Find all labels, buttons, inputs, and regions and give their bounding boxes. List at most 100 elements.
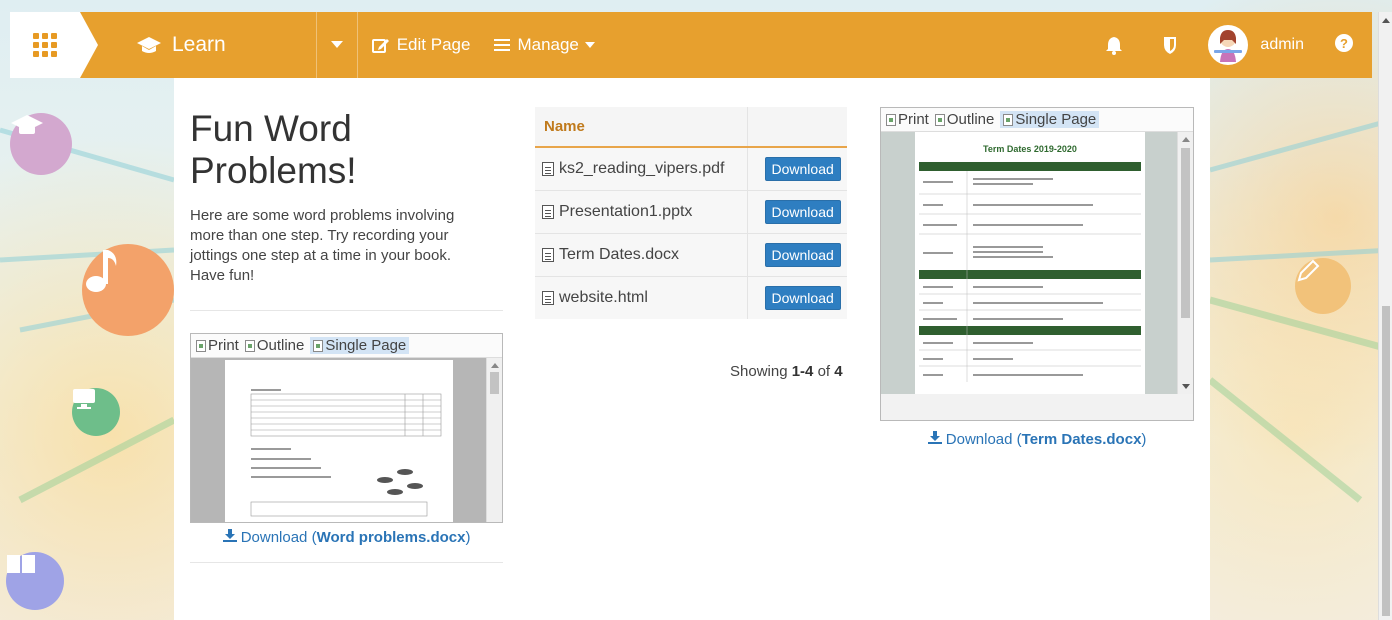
presentation-file-icon [542,204,554,219]
brand-label: Learn [172,33,226,56]
outline-tab[interactable]: Outline [934,111,994,128]
scroll-thumb[interactable] [490,372,499,394]
table-row: Presentation1.pptx Download [535,189,847,233]
term-dates-section: Print Outline Single Page Term Dates 201… [880,107,1194,448]
caret-down-icon [584,42,595,48]
user-avatar[interactable] [1208,25,1249,65]
word-file-icon [542,247,554,262]
page-title: Fun Word Problems! [190,108,503,192]
avatar-icon [1214,30,1243,62]
doc-title: Term Dates 2019-2020 [983,144,1077,154]
graduation-cap-icon [11,115,43,134]
title-line-1: Fun Word [190,108,352,149]
content-panel: Fun Word Problems! Here are some word pr… [174,78,1210,620]
word-problems-section: Fun Word Problems! Here are some word pr… [190,78,503,563]
word-problems-preview [250,389,442,517]
monitor-icon [73,389,95,409]
document-page-preview: Term Dates 2019-2020 [915,132,1145,394]
text-file-icon [542,290,554,305]
viewer-scrollbar[interactable] [486,358,502,522]
help-button[interactable]: ? [1334,33,1354,58]
broken-image-icon [886,113,896,126]
document-page-preview [225,360,453,522]
broken-image-icon [313,339,324,352]
pencil-icon [1297,259,1320,282]
file-name[interactable]: Term Dates.docx [559,246,679,264]
table-row: website.html Download [535,275,847,319]
page-scrollbar[interactable] [1378,12,1392,620]
download-button[interactable]: Download [764,156,841,181]
outline-tab[interactable]: Outline [244,337,304,354]
broken-image-icon [1003,113,1014,126]
divider [190,562,503,563]
download-icon [927,431,942,444]
table-row: Term Dates.docx Download [535,232,847,276]
scroll-up-arrow[interactable] [1382,18,1390,23]
file-name[interactable]: Presentation1.pptx [559,203,692,221]
viewer-body: Term Dates 2019-2020 [881,132,1193,394]
scroll-down-arrow[interactable] [1182,384,1190,389]
download-file-name: Word problems.docx [316,529,466,546]
shield-icon [1164,37,1177,54]
bell-icon [1106,37,1123,55]
brand-dropdown-toggle[interactable] [315,12,358,78]
download-word-problems-link[interactable]: Download (Word problems.docx) [190,529,503,546]
download-button[interactable]: Download [764,242,841,267]
divider [190,310,503,311]
broken-image-icon [244,339,255,352]
apps-grid-button[interactable] [10,12,98,78]
download-button[interactable]: Download [764,285,841,310]
download-file-name: Term Dates.docx [1021,431,1142,448]
music-note-icon [86,250,117,292]
actions-column-header [746,107,847,148]
pagination-summary: Showing 1-4 of 4 [730,363,843,380]
top-navbar: Learn Edit Page Manage admin ? [10,12,1372,78]
name-column-header[interactable]: Name [535,107,747,148]
scroll-up-arrow[interactable] [1182,137,1190,142]
page-description: Here are some word problems involving mo… [190,207,455,284]
svg-text:?: ? [1340,36,1348,51]
edit-page-link[interactable]: Edit Page [371,35,471,55]
table-row: ks2_reading_vipers.pdf Download [535,146,847,190]
broken-image-icon [196,339,206,352]
print-tab[interactable]: Print [886,111,929,128]
caret-down-icon [330,41,343,48]
files-table: Name ks2_reading_vipers.pdf Download Pre… [535,107,847,319]
book-bubble [6,552,64,610]
pdf-file-icon [542,161,554,176]
broken-image-icon [934,113,945,126]
pencil-bubble [1295,258,1351,314]
book-icon [7,555,35,573]
edit-page-label: Edit Page [396,35,471,54]
manage-menu[interactable]: Manage [494,35,595,55]
file-name[interactable]: ks2_reading_vipers.pdf [559,160,724,178]
print-tab[interactable]: Print [196,337,239,354]
viewer-scrollbar[interactable] [1177,132,1193,394]
single-page-tab[interactable]: Single Page [1000,111,1100,128]
user-name[interactable]: admin [1260,36,1304,54]
grid-icon [33,33,57,57]
notifications-button[interactable] [1086,35,1142,55]
viewer-toolbar: Print Outline Single Page [881,108,1193,132]
security-button[interactable] [1142,35,1198,55]
manage-label: Manage [517,35,579,54]
scroll-thumb[interactable] [1382,306,1390,616]
viewer-toolbar: Print Outline Single Page [191,334,502,358]
download-button[interactable]: Download [764,199,841,224]
graduation-bubble [10,113,72,175]
document-viewer-term-dates[interactable]: Print Outline Single Page Term Dates 201… [880,107,1194,421]
file-name[interactable]: website.html [559,289,648,307]
single-page-tab[interactable]: Single Page [310,337,410,354]
viewer-body [191,358,502,522]
term-dates-table-preview [919,162,1141,382]
scroll-thumb[interactable] [1181,148,1190,318]
brand-link[interactable]: Learn [136,33,226,57]
menu-icon [494,39,511,51]
download-icon [222,529,237,542]
document-viewer-word-problems[interactable]: Print Outline Single Page [190,333,503,523]
music-bubble [82,244,174,336]
question-circle-icon: ? [1335,33,1353,52]
scroll-up-arrow[interactable] [491,363,499,368]
download-term-dates-link[interactable]: Download (Term Dates.docx) [880,431,1194,448]
edit-icon [371,39,389,53]
